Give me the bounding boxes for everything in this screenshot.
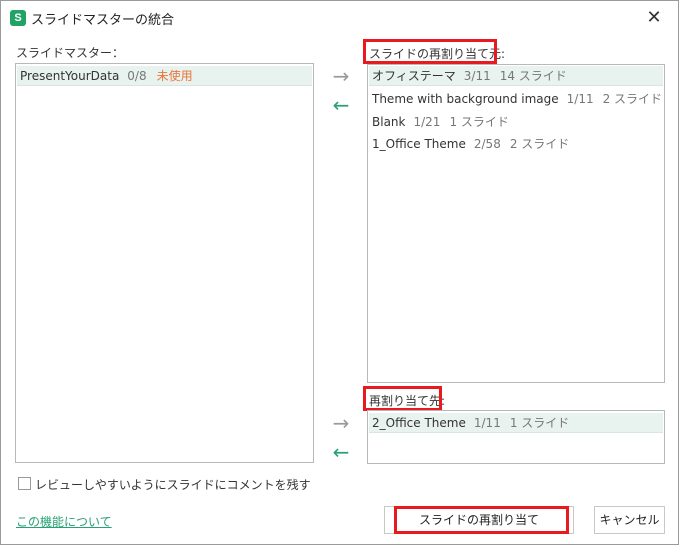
move-left-arrow-icon[interactable]: ← bbox=[328, 442, 354, 462]
slide-count: 14 スライド bbox=[499, 69, 567, 83]
unused-badge: 未使用 bbox=[156, 69, 193, 83]
list-item[interactable]: オフィステーマ 3/11 14 スライド bbox=[369, 66, 663, 86]
slide-count: 1 スライド bbox=[509, 416, 570, 430]
about-feature-link[interactable]: この機能について bbox=[16, 513, 112, 530]
master-name: Theme with background image bbox=[372, 92, 559, 106]
merge-slide-master-dialog: S スライドマスターの統合 ✕ スライドマスター： PresentYourDat… bbox=[0, 0, 679, 545]
move-left-arrow-icon[interactable]: ← bbox=[328, 95, 354, 115]
list-item[interactable]: 2_Office Theme 1/11 1 スライド bbox=[369, 413, 663, 433]
cancel-button[interactable]: キャンセル bbox=[594, 506, 665, 534]
list-item[interactable]: Theme with background image 1/11 2 スライド bbox=[369, 89, 663, 109]
master-index: 1/11 bbox=[566, 92, 594, 106]
slide-master-list[interactable]: PresentYourData 0/8 未使用 bbox=[15, 63, 314, 463]
slide-master-label: スライドマスター： bbox=[16, 46, 125, 60]
close-icon[interactable]: ✕ bbox=[642, 6, 666, 30]
move-right-arrow-icon[interactable]: → bbox=[328, 66, 354, 86]
app-logo-icon: S bbox=[10, 10, 26, 26]
list-item[interactable]: Blank 1/21 1 スライド bbox=[369, 112, 663, 132]
source-master-list[interactable]: オフィステーマ 3/11 14 スライド Theme with background… bbox=[367, 64, 665, 383]
title-bar: S スライドマスターの統合 ✕ bbox=[1, 1, 678, 35]
dialog-title: スライドマスターの統合 bbox=[31, 13, 175, 28]
master-index: 3/11 bbox=[463, 69, 491, 83]
slide-count: 2 スライド bbox=[602, 92, 663, 106]
highlight-box-target bbox=[363, 386, 442, 411]
master-index: 1/21 bbox=[413, 115, 441, 129]
slide-count: 2 スライド bbox=[509, 137, 570, 151]
list-item[interactable]: PresentYourData 0/8 未使用 bbox=[17, 66, 312, 86]
master-name: オフィステーマ bbox=[372, 69, 456, 83]
master-name: Blank bbox=[372, 115, 406, 129]
highlight-box-button bbox=[394, 506, 569, 534]
highlight-box-source bbox=[363, 39, 497, 64]
master-name: PresentYourData bbox=[20, 69, 120, 83]
target-master-list[interactable]: 2_Office Theme 1/11 1 スライド bbox=[367, 410, 665, 464]
master-name: 2_Office Theme bbox=[372, 416, 466, 430]
move-right-arrow-icon[interactable]: → bbox=[328, 413, 354, 433]
leave-comments-label: レビューしやすいようにスライドにコメントを残す bbox=[35, 478, 311, 492]
master-index: 1/11 bbox=[473, 416, 501, 430]
leave-comments-checkbox[interactable] bbox=[18, 477, 31, 490]
master-index: 2/58 bbox=[473, 137, 501, 151]
slide-count: 1 スライド bbox=[449, 115, 509, 129]
master-name: 1_Office Theme bbox=[372, 137, 466, 151]
list-item[interactable]: 1_Office Theme 2/58 2 スライド bbox=[369, 134, 663, 154]
master-count: 0/8 bbox=[127, 69, 147, 83]
